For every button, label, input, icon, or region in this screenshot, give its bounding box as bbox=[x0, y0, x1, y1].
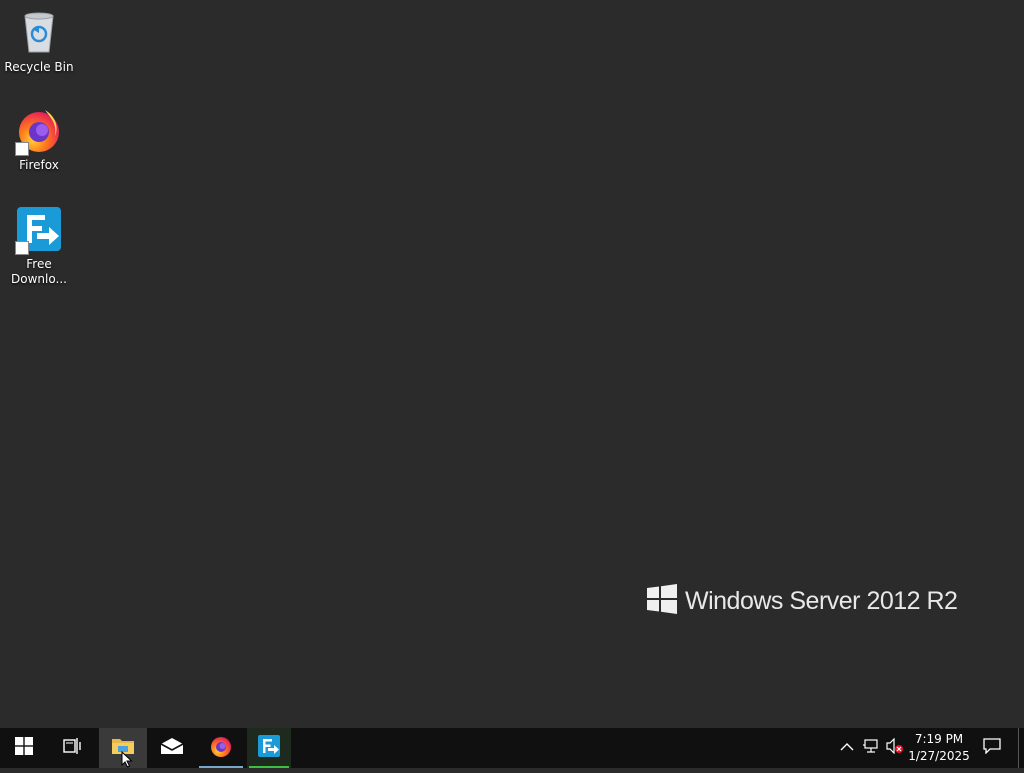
taskbar-firefox-button[interactable] bbox=[197, 728, 245, 768]
taskbar: 7:19 PM 1/27/2025 bbox=[0, 728, 1024, 768]
shortcut-arrow-icon bbox=[15, 142, 29, 156]
desktop-icon-recycle-bin[interactable]: Recycle Bin bbox=[1, 8, 77, 75]
volume-tray-button[interactable] bbox=[886, 737, 904, 759]
windows-logo-icon bbox=[647, 584, 677, 619]
firefox-label: Firefox bbox=[19, 158, 59, 172]
fdm-label: Free Downlo... bbox=[11, 257, 67, 287]
watermark-text: Windows Server 2012 R2 bbox=[685, 587, 958, 615]
network-icon bbox=[863, 738, 879, 759]
taskbar-free-download-manager-button[interactable] bbox=[247, 728, 291, 768]
chevron-up-icon bbox=[840, 739, 854, 757]
action-center-button[interactable] bbox=[982, 737, 1002, 759]
show-hidden-icons-button[interactable] bbox=[838, 740, 856, 756]
shortcut-arrow-icon bbox=[15, 241, 29, 255]
os-watermark: Windows Server 2012 R2 bbox=[647, 584, 958, 619]
taskbar-mail-button[interactable] bbox=[148, 728, 196, 768]
start-button[interactable] bbox=[0, 728, 48, 768]
fdm-label-line2: Downlo... bbox=[11, 272, 67, 286]
recycle-bin-icon bbox=[15, 8, 63, 56]
network-tray-button[interactable] bbox=[862, 738, 880, 759]
desktop-icon-firefox[interactable]: Firefox bbox=[1, 106, 77, 173]
task-view-button[interactable] bbox=[48, 728, 96, 768]
clock-time: 7:19 PM bbox=[914, 732, 964, 746]
mouse-cursor-icon bbox=[121, 750, 133, 773]
clock-date: 1/27/2025 bbox=[908, 749, 970, 763]
free-download-manager-icon bbox=[257, 734, 281, 763]
task-view-icon bbox=[63, 737, 81, 760]
free-download-manager-icon bbox=[15, 205, 63, 255]
windows-logo-icon bbox=[15, 736, 33, 760]
mail-icon bbox=[160, 737, 184, 760]
taskbar-file-explorer-button[interactable] bbox=[99, 728, 147, 768]
firefox-icon bbox=[15, 106, 63, 156]
show-desktop-button[interactable] bbox=[1018, 728, 1024, 768]
firefox-icon bbox=[209, 734, 233, 763]
recycle-bin-label: Recycle Bin bbox=[4, 60, 74, 74]
taskbar-clock[interactable]: 7:19 PM 1/27/2025 bbox=[904, 731, 974, 765]
desktop-icon-free-download-manager[interactable]: Free Downlo... bbox=[1, 205, 77, 287]
notification-icon bbox=[983, 737, 1001, 759]
fdm-label-line1: Free bbox=[26, 257, 52, 271]
desktop[interactable]: Recycle Bin Firefox Free Downlo... Windo… bbox=[0, 0, 1024, 728]
volume-muted-icon bbox=[886, 737, 904, 759]
